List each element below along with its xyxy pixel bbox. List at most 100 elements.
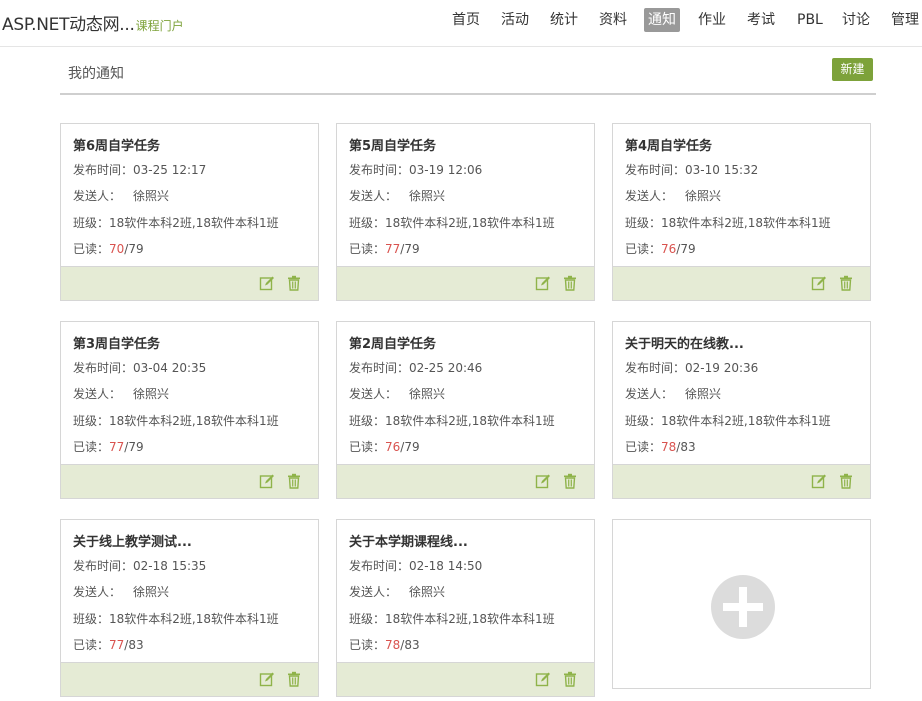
publish-time-label: 发布时间： [73,163,134,177]
notice-card[interactable]: 第5周自学任务 发布时间：03-19 12:06 发送人： 徐照兴 班级：18软件… [336,123,595,301]
read-count: 76 [385,440,401,454]
notices-section-header: 我的通知 新建 [60,58,876,95]
trash-icon[interactable] [286,275,302,291]
class-value: 18软件本科2班,18软件本科1班 [109,414,279,428]
notice-actions [529,275,578,291]
notice-card[interactable]: 第2周自学任务 发布时间：02-25 20:46 发送人： 徐照兴 班级：18软件… [336,321,595,499]
class-row: 班级：18软件本科2班,18软件本科1班 [349,412,555,429]
add-notice-card[interactable] [612,519,871,689]
nav-item-statistics[interactable]: 统计 [550,8,578,32]
class-value: 18软件本科2班,18软件本科1班 [661,216,831,230]
course-title[interactable]: ASP.NET动态网... [2,15,135,35]
trash-icon[interactable] [562,671,578,687]
trash-icon[interactable] [562,275,578,291]
publish-time-value: 02-19 20:36 [685,361,759,375]
class-value: 18软件本科2班,18软件本科1班 [385,414,555,428]
sender-value: 徐照兴 [133,585,170,599]
sender-row: 发送人： 徐照兴 [349,583,445,600]
trash-icon[interactable] [286,671,302,687]
plus-icon[interactable] [711,575,775,639]
notice-card[interactable]: 第3周自学任务 发布时间：03-04 20:35 发送人： 徐照兴 班级：18软件… [60,321,319,499]
trash-icon[interactable] [562,473,578,489]
sender-label: 发送人： [349,585,398,599]
edit-icon[interactable] [259,473,275,489]
class-row: 班级：18软件本科2班,18软件本科1班 [625,214,831,231]
sender-label: 发送人： [625,387,674,401]
edit-icon[interactable] [535,275,551,291]
notice-title[interactable]: 关于明天的在线教... [625,333,744,352]
edit-icon[interactable] [535,671,551,687]
sender-label: 发送人： [73,387,122,401]
publish-time-label: 发布时间： [349,361,410,375]
notice-card[interactable]: 关于线上教学测试... 发布时间：02-18 15:35 发送人： 徐照兴 班级：… [60,519,319,697]
nav-item-home[interactable]: 首页 [452,8,480,32]
read-count: 77 [109,638,125,652]
notice-title[interactable]: 关于本学期课程线... [349,531,468,550]
class-label: 班级： [73,612,110,626]
trash-icon[interactable] [286,473,302,489]
nav-item-pbl[interactable]: PBL [797,8,823,32]
sender-row: 发送人： 徐照兴 [73,583,169,600]
notice-card[interactable]: 第6周自学任务 发布时间：03-25 12:17 发送人： 徐照兴 班级：18软件… [60,123,319,301]
notice-title[interactable]: 第4周自学任务 [625,135,712,154]
sender-value: 徐照兴 [409,387,446,401]
recipient-total: /79 [124,242,144,256]
read-count: 76 [661,242,677,256]
notice-card[interactable]: 关于明天的在线教... 发布时间：02-19 20:36 发送人： 徐照兴 班级：… [612,321,871,499]
trash-icon[interactable] [838,473,854,489]
nav-item-exams[interactable]: 考试 [747,8,775,32]
notice-title[interactable]: 关于线上教学测试... [73,531,192,550]
class-row: 班级：18软件本科2班,18软件本科1班 [73,610,279,627]
read-label: 已读： [625,440,662,454]
publish-time-value: 02-18 14:50 [409,559,483,573]
nav-item-discussion[interactable]: 讨论 [842,8,870,32]
recipient-total: /83 [124,638,144,652]
edit-icon[interactable] [259,275,275,291]
sender-row: 发送人： 徐照兴 [349,385,445,402]
read-count: 78 [661,440,677,454]
nav-item-homework[interactable]: 作业 [698,8,726,32]
read-count-row: 已读：70/79 [73,240,144,257]
read-count-row: 已读：78/83 [625,438,696,455]
notice-title[interactable]: 第3周自学任务 [73,333,160,352]
notice-card[interactable]: 关于本学期课程线... 发布时间：02-18 14:50 发送人： 徐照兴 班级：… [336,519,595,697]
read-count-row: 已读：78/83 [349,636,420,653]
notice-title[interactable]: 第6周自学任务 [73,135,160,154]
new-notice-button[interactable]: 新建 [832,58,873,81]
edit-icon[interactable] [259,671,275,687]
nav-item-activity[interactable]: 活动 [501,8,529,32]
notice-actions [805,473,854,489]
notice-title[interactable]: 第2周自学任务 [349,333,436,352]
edit-icon[interactable] [811,275,827,291]
read-count-row: 已读：77/83 [73,636,144,653]
notice-card-footer [337,662,594,696]
nav-item-manage[interactable]: 管理 [891,8,919,32]
publish-time-value: 03-10 15:32 [685,163,759,177]
read-label: 已读： [73,638,110,652]
brand[interactable]: ASP.NET动态网...课程门户 [2,10,184,35]
recipient-total: /79 [400,440,420,454]
notice-card-footer [337,266,594,300]
read-count-row: 已读：77/79 [349,240,420,257]
sender-value: 徐照兴 [133,189,170,203]
recipient-total: /83 [400,638,420,652]
publish-time-label: 发布时间： [73,559,134,573]
class-label: 班级： [625,414,662,428]
course-portal-label[interactable]: 课程门户 [136,19,184,33]
trash-icon[interactable] [838,275,854,291]
class-value: 18软件本科2班,18软件本科1班 [385,216,555,230]
edit-icon[interactable] [535,473,551,489]
edit-icon[interactable] [811,473,827,489]
nav-item-notices[interactable]: 通知 [644,8,680,32]
publish-time-row: 发布时间：02-18 15:35 [73,557,206,574]
nav-item-materials[interactable]: 资料 [599,8,627,32]
notice-title[interactable]: 第5周自学任务 [349,135,436,154]
notice-actions [529,473,578,489]
sender-label: 发送人： [349,387,398,401]
sender-label: 发送人： [625,189,674,203]
read-count: 77 [385,242,401,256]
class-label: 班级： [349,612,386,626]
class-row: 班级：18软件本科2班,18软件本科1班 [349,214,555,231]
sender-value: 徐照兴 [685,189,722,203]
notice-card[interactable]: 第4周自学任务 发布时间：03-10 15:32 发送人： 徐照兴 班级：18软件… [612,123,871,301]
